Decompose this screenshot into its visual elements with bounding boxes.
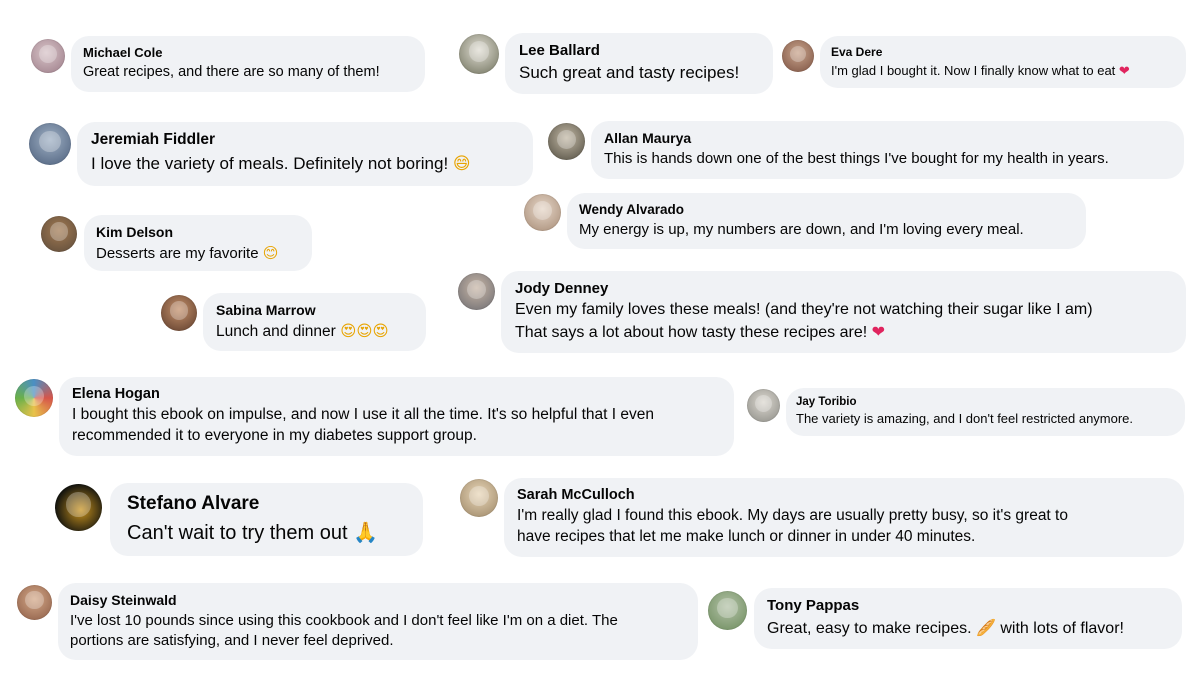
avatar[interactable] bbox=[31, 39, 65, 73]
commenter-name[interactable]: Daisy Steinwald bbox=[70, 592, 686, 608]
comment-text: Even my family loves these meals! (and t… bbox=[515, 301, 1093, 318]
avatar[interactable] bbox=[524, 194, 561, 231]
avatar[interactable] bbox=[17, 585, 52, 620]
commenter-name[interactable]: Wendy Alvarado bbox=[579, 202, 1074, 217]
commenter-name[interactable]: Allan Maurya bbox=[604, 130, 1171, 146]
comment-text: I'm glad I bought it. Now I finally know… bbox=[831, 63, 1116, 78]
avatar[interactable] bbox=[548, 123, 585, 160]
commenter-name[interactable]: Stefano Alvare bbox=[127, 493, 406, 515]
commenter-name[interactable]: Eva Dere bbox=[831, 45, 1175, 59]
comment-text: Such great and tasty recipes! bbox=[519, 63, 740, 82]
comment-text: Great, easy to make recipes. bbox=[767, 620, 972, 637]
comment-text: Lunch and dinner bbox=[216, 323, 336, 340]
comment-text: I've lost 10 pounds since using this coo… bbox=[70, 612, 618, 629]
comment-text: Great recipes, and there are so many of … bbox=[83, 64, 380, 80]
bread-emoji-icon: 🥖 bbox=[975, 618, 996, 637]
commenter-name[interactable]: Lee Ballard bbox=[519, 42, 759, 59]
commenter-name[interactable]: Tony Pappas bbox=[767, 597, 1169, 614]
heart-emoji-icon: ❤ bbox=[871, 322, 886, 341]
grinning-emoji-icon: 😄 bbox=[452, 154, 471, 174]
comment-text: I'm really glad I found this ebook. My d… bbox=[517, 507, 1068, 524]
comment-text: This is hands down one of the best thing… bbox=[604, 150, 1109, 167]
heart-emoji-icon: ❤ bbox=[1118, 64, 1130, 79]
commenter-name[interactable]: Michael Cole bbox=[83, 45, 413, 60]
comment-text: My energy is up, my numbers are down, an… bbox=[579, 221, 1024, 238]
commenter-name[interactable]: Jay Toribio bbox=[796, 396, 1175, 408]
comment-bubble: Jody Denney Even my family loves these m… bbox=[501, 271, 1186, 353]
comment-text: I bought this ebook on impulse, and now … bbox=[72, 406, 654, 423]
avatar[interactable] bbox=[161, 295, 197, 331]
praying-hands-emoji-icon: 🙏 bbox=[353, 520, 379, 544]
comment-text: I love the variety of meals. Definitely … bbox=[91, 154, 449, 173]
comment-bubble: Daisy Steinwald I've lost 10 pounds sinc… bbox=[58, 583, 698, 660]
comment-bubble: Jay Toribio The variety is amazing, and … bbox=[786, 388, 1185, 436]
commenter-name[interactable]: Elena Hogan bbox=[72, 386, 721, 402]
comment-text: Desserts are my favorite bbox=[96, 245, 259, 262]
comment-text-line-2: portions are satisfying, and I never fee… bbox=[70, 632, 394, 649]
avatar[interactable] bbox=[460, 479, 498, 517]
avatar[interactable] bbox=[747, 389, 780, 422]
comment-bubble: Tony Pappas Great, easy to make recipes.… bbox=[754, 588, 1182, 649]
comment-bubble: Jeremiah Fiddler I love the variety of m… bbox=[77, 122, 533, 186]
comment-bubble: Michael Cole Great recipes, and there ar… bbox=[71, 36, 425, 92]
comment-text: Can't wait to try them out bbox=[127, 522, 348, 544]
comment-bubble: Wendy Alvarado My energy is up, my numbe… bbox=[567, 193, 1086, 249]
comment-bubble: Sarah McCulloch I'm really glad I found … bbox=[504, 478, 1184, 557]
avatar[interactable] bbox=[458, 273, 495, 310]
commenter-name[interactable]: Sarah McCulloch bbox=[517, 487, 1171, 503]
comment-text-after-emoji: with lots of flavor! bbox=[1000, 620, 1124, 637]
comment-bubble: Lee Ballard Such great and tasty recipes… bbox=[505, 33, 773, 94]
avatar[interactable] bbox=[782, 40, 814, 72]
comment-bubble: Eva Dere I'm glad I bought it. Now I fin… bbox=[820, 36, 1186, 88]
avatar[interactable] bbox=[29, 123, 71, 165]
avatar[interactable] bbox=[55, 484, 102, 531]
commenter-name[interactable]: Sabina Marrow bbox=[216, 302, 413, 318]
comment-bubble: Stefano Alvare Can't wait to try them ou… bbox=[110, 483, 423, 556]
commenter-name[interactable]: Jody Denney bbox=[515, 280, 1172, 297]
avatar[interactable] bbox=[708, 591, 747, 630]
comment-text-line-2: recommended it to everyone in my diabete… bbox=[72, 427, 477, 444]
commenter-name[interactable]: Kim Delson bbox=[96, 224, 300, 240]
comment-text-line-2: That says a lot about how tasty these re… bbox=[515, 324, 868, 341]
comment-text-line-2: have recipes that let me make lunch or d… bbox=[517, 528, 976, 545]
comment-text: The variety is amazing, and I don't feel… bbox=[796, 411, 1134, 426]
heart-eyes-emoji-icon: 😍😍😍 bbox=[340, 322, 389, 340]
avatar[interactable] bbox=[15, 379, 53, 417]
avatar[interactable] bbox=[41, 216, 77, 252]
comment-bubble: Elena Hogan I bought this ebook on impul… bbox=[59, 377, 734, 456]
smiling-emoji-icon: 😊 bbox=[262, 244, 279, 262]
avatar[interactable] bbox=[459, 34, 499, 74]
commenter-name[interactable]: Jeremiah Fiddler bbox=[91, 131, 519, 149]
comment-bubble: Kim Delson Desserts are my favorite 😊 bbox=[84, 215, 312, 271]
comment-bubble: Sabina Marrow Lunch and dinner 😍😍😍 bbox=[203, 293, 426, 351]
comment-bubble: Allan Maurya This is hands down one of t… bbox=[591, 121, 1184, 179]
